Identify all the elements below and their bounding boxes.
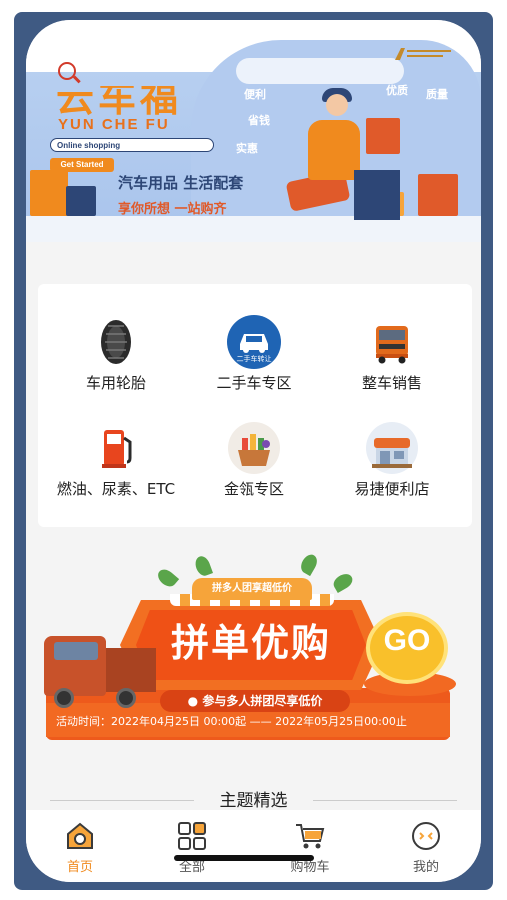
hero-banner[interactable]: 云车福 YUN CHE FU Online shopping Get Start… xyxy=(26,20,481,242)
category-grid: 车用轮胎 二手车转让 二手车专区 整车销售 燃油、尿素、ETC 金瓴专区 易捷便… xyxy=(38,284,472,527)
truck-illustration xyxy=(106,648,156,692)
promo-title: 拼单优购 xyxy=(170,621,331,665)
leaf-decoration xyxy=(154,566,180,590)
shopping-basket-icon xyxy=(226,420,282,476)
deco-word: 省钱 xyxy=(248,114,270,127)
divider xyxy=(313,800,457,801)
banner-slogan-2: 享你所想 一站购齐 xyxy=(118,202,227,217)
leaf-decoration xyxy=(193,554,213,578)
theme-title: 主题精选 xyxy=(219,791,288,811)
deco-word: 便利 xyxy=(244,88,266,101)
cart-icon xyxy=(294,820,326,852)
truck-icon xyxy=(364,314,420,370)
category-used-car[interactable]: 二手车转让 二手车专区 xyxy=(184,306,324,406)
category-label: 整车销售 xyxy=(361,374,422,392)
online-shopping-box: Online shopping xyxy=(50,138,214,152)
banner-ground xyxy=(26,216,481,242)
category-label: 车用轮胎 xyxy=(85,374,146,392)
home-indicator[interactable] xyxy=(174,855,314,861)
category-tire[interactable]: 车用轮胎 xyxy=(46,306,186,406)
box-illustration xyxy=(354,170,400,220)
promo-subtitle: ● 参与多人拼团尽享低价 xyxy=(160,690,350,712)
category-convenience-store[interactable]: 易捷便利店 xyxy=(322,412,462,512)
wheel-icon xyxy=(116,688,136,708)
tab-profile[interactable]: 我的 xyxy=(376,814,476,875)
truck-window xyxy=(54,642,98,660)
banner-search-pill xyxy=(236,58,404,84)
person-illustration xyxy=(326,94,348,116)
tab-cart[interactable]: 购物车 xyxy=(260,814,360,875)
category-label: 金瓴专区 xyxy=(223,480,284,498)
leaf-decoration xyxy=(297,551,321,577)
home-icon xyxy=(64,820,96,852)
fuel-pump-icon xyxy=(88,420,144,476)
profile-icon xyxy=(410,820,442,852)
deco-word: 实惠 xyxy=(236,142,258,155)
promo-time-text: 活动时间：2022年04月25日 00:00起 —— 2022年05月25日00… xyxy=(56,715,407,728)
tab-label: 我的 xyxy=(412,860,439,875)
cart-illustration-icon xyxy=(366,118,400,154)
promo-subtitle-text: 参与多人拼团尽享低价 xyxy=(202,694,323,708)
category-truck-sales[interactable]: 整车销售 xyxy=(322,306,462,406)
person-illustration xyxy=(308,120,360,180)
shopping-bag-icon xyxy=(418,174,458,216)
tab-all[interactable]: 全部 xyxy=(142,814,242,875)
category-label: 易捷便利店 xyxy=(354,480,430,498)
leaf-decoration xyxy=(330,570,356,594)
deco-word: 优质 xyxy=(386,84,408,97)
app-screen: 云车福 YUN CHE FU Online shopping Get Start… xyxy=(26,20,481,882)
category-label: 燃油、尿素、ETC xyxy=(56,480,176,498)
category-jinling[interactable]: 金瓴专区 xyxy=(184,412,324,512)
promo-top-tag: 拼多人团享超低价 xyxy=(192,578,312,600)
brand-logo xyxy=(393,46,455,64)
used-car-icon-text: 二手车转让 xyxy=(236,355,272,363)
used-car-icon: 二手车转让 xyxy=(226,314,282,370)
grid-icon xyxy=(176,820,208,852)
banner-slogan-1: 汽车用品 生活配套 xyxy=(118,174,244,192)
bottom-tab-bar: 首页 全部 购物车 我的 xyxy=(26,810,481,882)
convenience-store-icon xyxy=(364,420,420,476)
theme-section-header: 主题精选 xyxy=(26,782,481,812)
brand-english: YUN CHE FU xyxy=(58,116,170,133)
tab-label: 首页 xyxy=(66,860,93,875)
go-button-label: GO xyxy=(383,624,431,657)
deco-word: 质量 xyxy=(426,88,448,101)
tab-home[interactable]: 首页 xyxy=(30,814,130,875)
shopping-bag-icon xyxy=(30,170,68,216)
tire-icon xyxy=(88,314,144,370)
category-fuel[interactable]: 燃油、尿素、ETC xyxy=(46,412,186,512)
shopping-bag-icon xyxy=(66,186,96,216)
group-buy-promo[interactable]: 活动时间：2022年04月25日 00:00起 —— 2022年05月25日00… xyxy=(40,548,474,760)
category-label: 二手车专区 xyxy=(216,374,292,392)
wheel-icon xyxy=(54,688,74,708)
search-icon[interactable] xyxy=(58,62,76,80)
